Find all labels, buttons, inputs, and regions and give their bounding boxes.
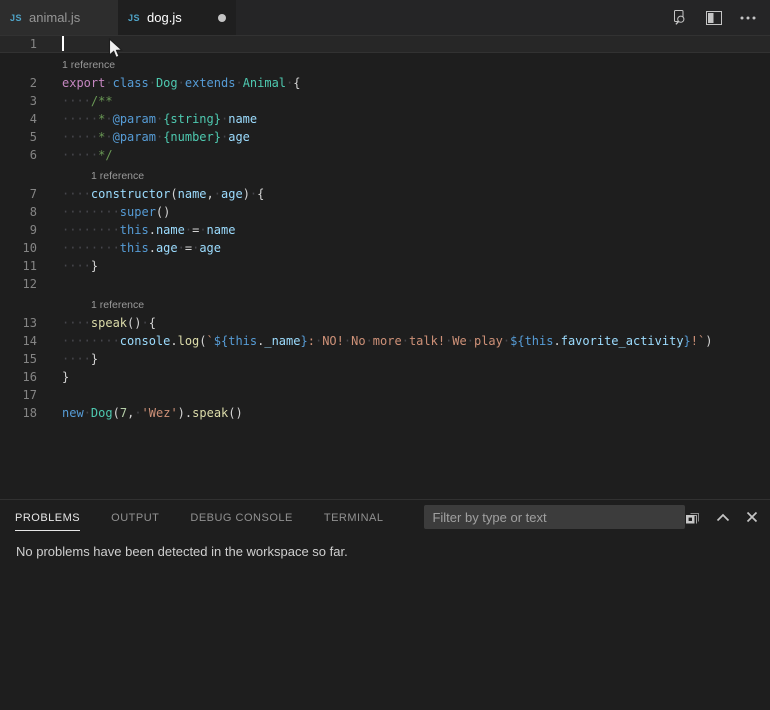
panel-actions	[685, 510, 758, 525]
code-line[interactable]: 2export·class·Dog·extends·Animal·{	[0, 74, 770, 92]
open-preview-icon[interactable]	[671, 9, 688, 26]
code-line[interactable]: 6·····*/	[0, 146, 770, 164]
code-line[interactable]: 4·····*·@param·{string}·name	[0, 110, 770, 128]
codelens-reference[interactable]: 1 reference	[0, 53, 770, 74]
code-text: ········this.name·=·name	[37, 221, 235, 239]
maximize-panel-icon[interactable]	[716, 513, 730, 522]
problems-filter-input[interactable]	[424, 505, 685, 529]
code-text: ····speak()·{	[37, 314, 156, 332]
code-line[interactable]: 16}	[0, 368, 770, 386]
code-line[interactable]: 5·····*·@param·{number}·age	[0, 128, 770, 146]
code-line[interactable]: 12	[0, 275, 770, 293]
code-text: ····}	[37, 257, 98, 275]
code-text: ·····*/	[37, 146, 113, 164]
line-number[interactable]: 14	[0, 332, 37, 350]
collapse-all-icon[interactable]	[685, 510, 700, 525]
code-text: ·····*·@param·{string}·name	[37, 110, 257, 128]
close-panel-icon[interactable]	[746, 511, 758, 523]
line-number[interactable]: 1	[0, 35, 37, 53]
code-text: ····}	[37, 350, 98, 368]
text-cursor	[62, 36, 64, 51]
code-text: ····constructor(name,·age)·{	[37, 185, 264, 203]
javascript-file-icon: JS	[128, 13, 140, 23]
line-number[interactable]: 15	[0, 350, 37, 368]
code-line[interactable]: 9········this.name·=·name	[0, 221, 770, 239]
code-text	[37, 275, 62, 293]
code-line[interactable]: 14········console.log(`${this._name}:·NO…	[0, 332, 770, 350]
line-number[interactable]: 18	[0, 404, 37, 422]
line-number[interactable]: 9	[0, 221, 37, 239]
code-line[interactable]: 1	[0, 35, 770, 53]
codelens-reference[interactable]: 1 reference	[0, 164, 770, 185]
unsaved-changes-dot	[218, 14, 226, 22]
code-text: ····/**	[37, 92, 113, 110]
code-text	[37, 386, 62, 404]
editor-actions	[671, 0, 770, 35]
vscode-window: JS animal.js JS dog.js	[0, 0, 770, 710]
line-number[interactable]: 7	[0, 185, 37, 203]
bottom-panel: PROBLEMS OUTPUT DEBUG CONSOLE TERMINAL	[0, 499, 770, 710]
tab-dog-js[interactable]: JS dog.js	[118, 0, 236, 35]
line-number[interactable]: 8	[0, 203, 37, 221]
line-number[interactable]: 10	[0, 239, 37, 257]
code-editor[interactable]: 11 reference2export·class·Dog·extends·An…	[0, 35, 770, 499]
code-text: new·Dog(7,·'Wez').speak()	[37, 404, 243, 422]
line-number[interactable]: 2	[0, 74, 37, 92]
line-number[interactable]: 6	[0, 146, 37, 164]
line-number[interactable]: 5	[0, 128, 37, 146]
code-lines: 11 reference2export·class·Dog·extends·An…	[0, 35, 770, 422]
panel-tab-debug-console[interactable]: DEBUG CONSOLE	[190, 503, 292, 531]
code-text: ·····*·@param·{number}·age	[37, 128, 250, 146]
panel-tab-terminal[interactable]: TERMINAL	[324, 503, 384, 531]
panel-body: No problems have been detected in the wo…	[0, 534, 770, 569]
line-number[interactable]: 4	[0, 110, 37, 128]
code-line[interactable]: 13····speak()·{	[0, 314, 770, 332]
code-text: ········super()	[37, 203, 170, 221]
line-number[interactable]: 11	[0, 257, 37, 275]
panel-header: PROBLEMS OUTPUT DEBUG CONSOLE TERMINAL	[0, 500, 770, 534]
editor-tab-bar: JS animal.js JS dog.js	[0, 0, 770, 35]
code-text	[37, 35, 64, 53]
line-number[interactable]: 3	[0, 92, 37, 110]
javascript-file-icon: JS	[10, 13, 22, 23]
panel-tab-problems[interactable]: PROBLEMS	[15, 503, 80, 531]
code-text: export·class·Dog·extends·Animal·{	[37, 74, 301, 92]
code-text: ········this.age·=·age	[37, 239, 221, 257]
code-line[interactable]: 18new·Dog(7,·'Wez').speak()	[0, 404, 770, 422]
panel-tab-output[interactable]: OUTPUT	[111, 503, 159, 531]
code-line[interactable]: 17	[0, 386, 770, 404]
code-text: }	[37, 368, 69, 386]
line-number[interactable]: 17	[0, 386, 37, 404]
code-line[interactable]: 11····}	[0, 257, 770, 275]
line-number[interactable]: 13	[0, 314, 37, 332]
code-line[interactable]: 15····}	[0, 350, 770, 368]
code-text: ········console.log(`${this._name}:·NO!·…	[37, 332, 712, 350]
code-line[interactable]: 10········this.age·=·age	[0, 239, 770, 257]
split-editor-icon[interactable]	[706, 11, 722, 25]
tab-animal-js[interactable]: JS animal.js	[0, 0, 118, 35]
line-number[interactable]: 16	[0, 368, 37, 386]
tab-label: dog.js	[147, 10, 182, 25]
code-line[interactable]: 8········super()	[0, 203, 770, 221]
more-actions-icon[interactable]	[740, 16, 756, 20]
problems-message: No problems have been detected in the wo…	[16, 544, 348, 559]
code-line[interactable]: 7····constructor(name,·age)·{	[0, 185, 770, 203]
line-number[interactable]: 12	[0, 275, 37, 293]
code-line[interactable]: 3····/**	[0, 92, 770, 110]
codelens-reference[interactable]: 1 reference	[0, 293, 770, 314]
tab-label: animal.js	[29, 10, 80, 25]
